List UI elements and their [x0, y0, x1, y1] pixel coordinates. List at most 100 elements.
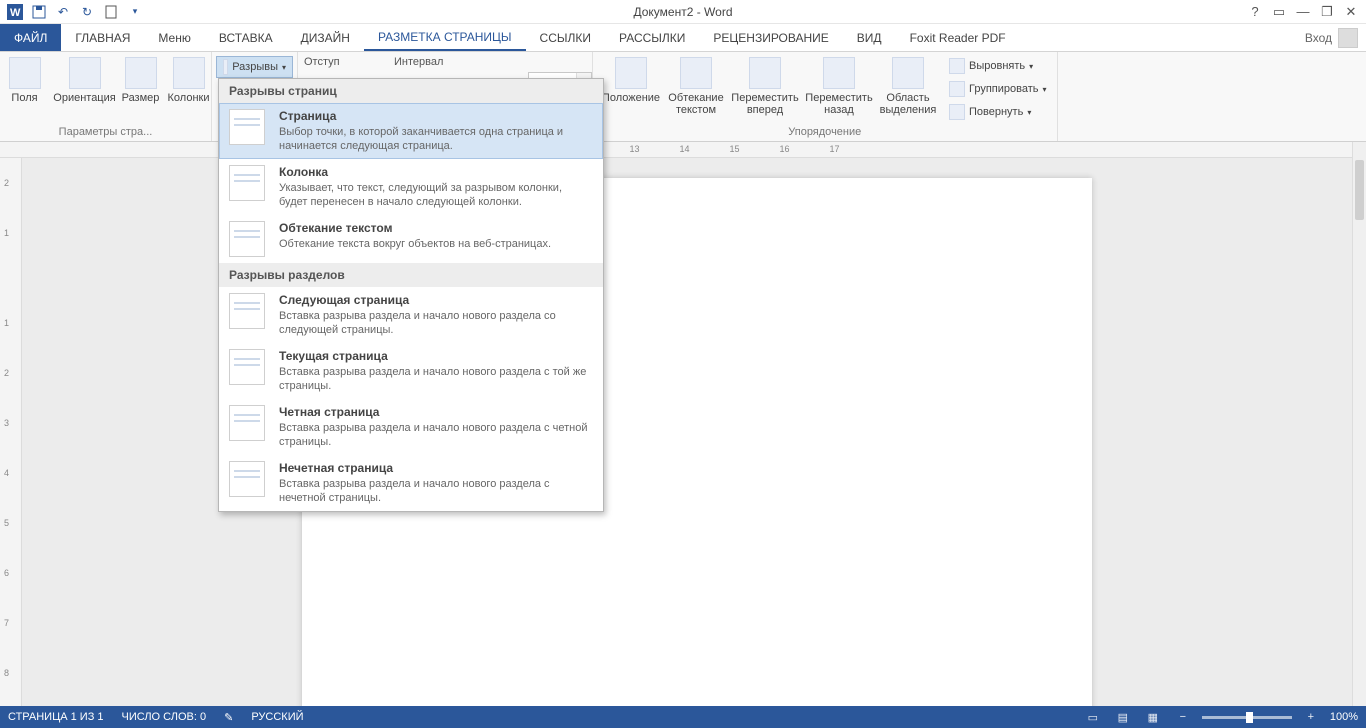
next-page-section-icon: [229, 293, 265, 329]
breaks-dropdown: Разрывы страниц СтраницаВыбор точки, в к…: [218, 78, 604, 512]
chevron-down-icon: ▾: [1029, 62, 1033, 71]
column-break-icon: [229, 165, 265, 201]
zoom-slider[interactable]: [1202, 716, 1292, 719]
ribbon-display-icon[interactable]: ▭: [1268, 3, 1290, 21]
break-option-odd-page[interactable]: Нечетная страницаВставка разрыва раздела…: [219, 455, 603, 511]
orientation-icon: [69, 57, 101, 89]
chevron-down-icon: ▾: [1027, 108, 1031, 117]
tab-review[interactable]: РЕЦЕНЗИРОВАНИЕ: [699, 24, 842, 51]
status-language[interactable]: РУССКИЙ: [251, 711, 303, 723]
chevron-down-icon: ▾: [1043, 85, 1047, 94]
even-page-section-icon: [229, 405, 265, 441]
break-option-even-page[interactable]: Четная страницаВставка разрыва раздела и…: [219, 399, 603, 455]
qat-customize-icon[interactable]: ▾: [126, 3, 144, 21]
size-button[interactable]: Размер: [119, 55, 163, 104]
break-option-next-page[interactable]: Следующая страницаВставка разрыва раздел…: [219, 287, 603, 343]
tab-menu[interactable]: Меню: [144, 24, 204, 51]
zoom-out-button[interactable]: −: [1172, 708, 1194, 726]
break-option-continuous[interactable]: Текущая страницаВставка разрыва раздела …: [219, 343, 603, 399]
break-option-text-wrapping[interactable]: Обтекание текстомОбтекание текста вокруг…: [219, 215, 603, 263]
wrap-text-button[interactable]: Обтекание текстом: [665, 55, 727, 116]
save-icon[interactable]: [30, 3, 48, 21]
columns-icon: [173, 57, 205, 89]
forward-icon: [749, 57, 781, 89]
position-button[interactable]: Положение: [599, 55, 663, 104]
indent-label: Отступ: [304, 56, 382, 68]
tab-insert[interactable]: ВСТАВКА: [205, 24, 287, 51]
tab-foxit[interactable]: Foxit Reader PDF: [896, 24, 1020, 51]
document-title: Документ2 - Word: [633, 5, 732, 19]
spacing-label: Интервал: [394, 56, 522, 68]
sign-in-link[interactable]: Вход: [1305, 31, 1332, 45]
read-mode-icon[interactable]: ▭: [1082, 708, 1104, 726]
tab-design[interactable]: ДИЗАЙН: [287, 24, 364, 51]
status-word-count[interactable]: ЧИСЛО СЛОВ: 0: [122, 711, 207, 723]
tab-file[interactable]: ФАЙЛ: [0, 24, 61, 51]
redo-icon[interactable]: ↻: [78, 3, 96, 21]
svg-text:W: W: [10, 7, 21, 19]
title-bar: W ↶ ↻ ▾ Документ2 - Word ? ▭ — ❐ ✕: [0, 0, 1366, 24]
status-bar: СТРАНИЦА 1 ИЗ 1 ЧИСЛО СЛОВ: 0 ✎ РУССКИЙ …: [0, 706, 1366, 728]
size-icon: [125, 57, 157, 89]
breaks-icon: [223, 59, 228, 75]
zoom-level[interactable]: 100%: [1330, 711, 1358, 723]
odd-page-section-icon: [229, 461, 265, 497]
align-icon: [949, 58, 965, 74]
text-wrap-break-icon: [229, 221, 265, 257]
margins-icon: [9, 57, 41, 89]
orientation-button[interactable]: Ориентация: [53, 55, 117, 104]
tab-view[interactable]: ВИД: [843, 24, 896, 51]
page-break-icon: [229, 109, 265, 145]
align-button[interactable]: Выровнять▾: [945, 55, 1051, 77]
selection-pane-button[interactable]: Область выделения: [877, 55, 939, 116]
break-option-page[interactable]: СтраницаВыбор точки, в которой заканчива…: [219, 103, 603, 159]
break-option-column[interactable]: КолонкаУказывает, что текст, следующий з…: [219, 159, 603, 215]
vertical-scrollbar[interactable]: [1352, 142, 1366, 706]
group-page-setup: Поля Ориентация Размер Колонки Параметры…: [0, 52, 212, 141]
status-page[interactable]: СТРАНИЦА 1 ИЗ 1: [8, 711, 104, 723]
wrap-icon: [680, 57, 712, 89]
send-backward-button[interactable]: Переместить назад: [803, 55, 875, 116]
selection-pane-icon: [892, 57, 924, 89]
ribbon-tabs: ФАЙЛ ГЛАВНАЯ Меню ВСТАВКА ДИЗАЙН РАЗМЕТК…: [0, 24, 1366, 52]
proofing-icon[interactable]: ✎: [224, 711, 233, 724]
tab-page-layout[interactable]: РАЗМЕТКА СТРАНИЦЫ: [364, 24, 526, 51]
group-label-page-setup: Параметры стра...: [59, 126, 153, 140]
word-icon: W: [6, 3, 24, 21]
close-icon[interactable]: ✕: [1340, 3, 1362, 21]
print-layout-icon[interactable]: ▤: [1112, 708, 1134, 726]
new-doc-icon[interactable]: [102, 3, 120, 21]
margins-button[interactable]: Поля: [0, 55, 51, 104]
user-avatar-icon[interactable]: [1338, 28, 1358, 48]
horizontal-ruler[interactable]: 67891011121314151617: [0, 142, 1352, 158]
continuous-section-icon: [229, 349, 265, 385]
quick-access-toolbar: W ↶ ↻ ▾: [0, 3, 144, 21]
bring-forward-button[interactable]: Переместить вперед: [729, 55, 801, 116]
vertical-ruler[interactable]: 21123456789: [0, 158, 22, 706]
group-button[interactable]: Группировать▾: [945, 78, 1051, 100]
rotate-button[interactable]: Повернуть▾: [945, 101, 1051, 123]
group-arrange: Положение Обтекание текстом Переместить …: [593, 52, 1058, 141]
position-icon: [615, 57, 647, 89]
minimize-icon[interactable]: —: [1292, 3, 1314, 21]
tab-references[interactable]: ССЫЛКИ: [526, 24, 605, 51]
ribbon: Поля Ориентация Размер Колонки Параметры…: [0, 52, 1366, 142]
tab-mailings[interactable]: РАССЫЛКИ: [605, 24, 699, 51]
backward-icon: [823, 57, 855, 89]
undo-icon[interactable]: ↶: [54, 3, 72, 21]
maximize-icon[interactable]: ❐: [1316, 3, 1338, 21]
breaks-label: Разрывы: [232, 61, 278, 73]
dropdown-header-section-breaks: Разрывы разделов: [219, 263, 603, 287]
zoom-in-button[interactable]: +: [1300, 708, 1322, 726]
columns-button[interactable]: Колонки: [165, 55, 213, 104]
group-label-arrange: Упорядочение: [788, 126, 861, 140]
rotate-icon: [949, 104, 965, 120]
tab-home[interactable]: ГЛАВНАЯ: [61, 24, 144, 51]
dropdown-header-page-breaks: Разрывы страниц: [219, 79, 603, 103]
scrollbar-thumb[interactable]: [1355, 160, 1364, 220]
zoom-slider-knob[interactable]: [1246, 712, 1253, 723]
breaks-button[interactable]: Разрывы ▾: [216, 56, 293, 78]
web-layout-icon[interactable]: ▦: [1142, 708, 1164, 726]
chevron-down-icon: ▾: [282, 63, 286, 72]
help-icon[interactable]: ?: [1244, 3, 1266, 21]
